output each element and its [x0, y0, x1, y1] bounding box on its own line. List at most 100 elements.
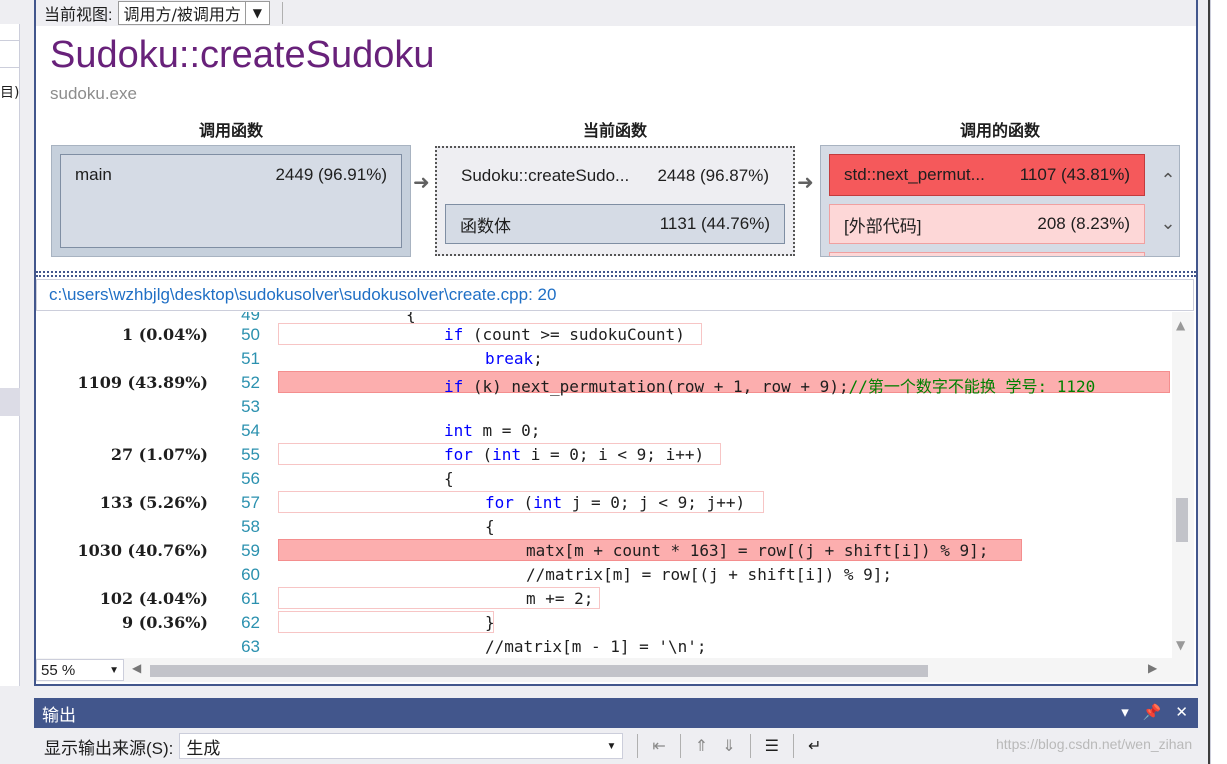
toolbar-separator: [679, 734, 681, 758]
line-number: 56: [241, 469, 260, 488]
caller-item-main[interactable]: main 2449 (96.91%): [60, 154, 402, 248]
window-frame: [20, 0, 34, 764]
line-sample-count: 1030 (40.76%): [77, 541, 208, 560]
clear-icon[interactable]: ☰: [765, 736, 779, 756]
next-message-icon[interactable]: ⇓: [722, 736, 735, 756]
line-number: 54: [241, 421, 260, 440]
chevron-down-icon[interactable]: ▼: [244, 2, 269, 24]
code-line[interactable]: 133 (5.26%) 57 for (int j = 0; j < 9; j+…: [36, 490, 1170, 514]
code-text: matx[m + count * 163] = row[(j + shift[i…: [526, 541, 989, 560]
output-source-select[interactable]: 生成 ▼: [179, 733, 624, 759]
scroll-up-icon[interactable]: ▲: [1176, 318, 1185, 332]
scroll-left-icon[interactable]: ◀: [132, 661, 141, 675]
code-line[interactable]: 60 //matrix[m] = row[(j + shift[i]) % 9]…: [36, 562, 1170, 586]
pin-icon[interactable]: 📌: [1143, 703, 1162, 721]
source-file-path[interactable]: c:\users\wzhbjlg\desktop\sudokusolver\su…: [36, 279, 1194, 311]
toolbar-separator: [281, 2, 283, 24]
caller-name: main: [75, 165, 112, 184]
pane-splitter[interactable]: [36, 271, 1196, 277]
line-number: 52: [241, 373, 260, 392]
left-strip-footer: [0, 686, 20, 764]
output-source-value: 生成: [186, 738, 221, 758]
code-line[interactable]: 53: [36, 394, 1170, 418]
left-strip-text: 目): [0, 85, 20, 101]
scroll-thumb[interactable]: [1176, 498, 1188, 542]
window-menu-icon[interactable]: ▾: [1121, 703, 1129, 721]
code-text: int m = 0;: [444, 421, 541, 440]
watermark: https://blog.csdn.net/wen_zihan: [996, 736, 1193, 752]
code-line[interactable]: 1109 (43.89%) 52 if (k) next_permutation…: [36, 370, 1170, 396]
source-code-view[interactable]: 49 { 1 (0.04%) 50 if (count >= sudokuCou…: [36, 312, 1196, 658]
scroll-right-icon[interactable]: ▶: [1148, 661, 1157, 675]
code-line[interactable]: 1 (0.04%) 50 if (count >= sudokuCount): [36, 322, 1170, 346]
toolbar-separator: [792, 734, 794, 758]
line-sample-count: 1 (0.04%): [121, 325, 208, 344]
output-title-text: 输出: [42, 705, 76, 725]
code-horizontal-scrollbar[interactable]: ◀ ▶: [130, 661, 1164, 679]
callee-item[interactable]: std::next_permut... 1107 (43.81%): [829, 154, 1145, 196]
line-sample-count: 133 (5.26%): [99, 493, 208, 512]
code-vertical-scrollbar[interactable]: ▲ ▼: [1172, 312, 1194, 658]
code-text: if (count >= sudokuCount): [444, 325, 685, 344]
code-line[interactable]: 56 {: [36, 466, 1170, 490]
word-wrap-icon[interactable]: ↵: [808, 736, 821, 756]
find-message-icon[interactable]: ⇤: [652, 736, 665, 756]
scroll-thumb[interactable]: [150, 665, 928, 677]
toolbar-separator: [749, 734, 751, 758]
code-line[interactable]: 27 (1.07%) 55 for (int i = 0; i < 9; i++…: [36, 442, 1170, 466]
right-tool-strip: [1198, 0, 1227, 764]
callers-heading: 调用函数: [198, 123, 263, 140]
module-name: sudoku.exe: [50, 84, 137, 103]
panel-gap: [20, 686, 1198, 698]
chevron-down-icon[interactable]: ▼: [109, 665, 119, 676]
code-line[interactable]: 58 {: [36, 514, 1170, 538]
code-text: for (int j = 0; j < 9; j++): [485, 493, 746, 512]
previous-message-icon[interactable]: ⇑: [695, 736, 708, 756]
line-number: 53: [241, 397, 260, 416]
code-line[interactable]: 1030 (40.76%) 59 matx[m + count * 163] =…: [36, 538, 1170, 562]
line-number: 50: [241, 325, 260, 344]
solution-explorer-strip: 目): [0, 0, 20, 764]
code-line[interactable]: 102 (4.04%) 61 m += 2;: [36, 586, 1170, 610]
code-line[interactable]: 9 (0.36%) 62 }: [36, 610, 1170, 634]
function-body-item[interactable]: 函数体 1131 (44.76%): [445, 204, 785, 244]
line-sample-count: 9 (0.36%): [121, 613, 208, 632]
close-icon[interactable]: ✕: [1175, 703, 1188, 721]
function-title: Sudoku::createSudoku: [50, 34, 435, 76]
code-text: break;: [485, 349, 543, 368]
callers-panel: main 2449 (96.91%): [51, 145, 411, 257]
line-number: 57: [241, 493, 260, 512]
toolbar-separator: [637, 734, 639, 758]
line-number: 51: [241, 349, 260, 368]
left-strip-selection[interactable]: [0, 388, 20, 416]
callee-item-partial[interactable]: [829, 252, 1145, 256]
current-view-select[interactable]: 调用方/被调用方 ▼: [118, 1, 270, 25]
line-number: 60: [241, 565, 260, 584]
line-number: 61: [241, 589, 260, 608]
output-title-tools: ▾ 📌 ✕: [1121, 703, 1188, 721]
zoom-select[interactable]: 55 % ▼: [36, 659, 124, 681]
zoom-bar: 55 % ▼ ◀ ▶: [36, 658, 1194, 682]
function-body-value: 1131 (44.76%): [659, 214, 770, 233]
current-heading: 当前函数: [582, 123, 647, 140]
right-panel-edge: [1210, 0, 1227, 764]
code-line[interactable]: 54 int m = 0;: [36, 418, 1170, 442]
current-function-row[interactable]: Sudoku::createSudo... 2448 (96.87%): [447, 156, 783, 196]
chevron-down-icon[interactable]: ▼: [606, 741, 616, 752]
scroll-down-icon[interactable]: ▼: [1176, 638, 1185, 652]
code-line[interactable]: 51 break;: [36, 346, 1170, 370]
line-number: 55: [241, 445, 260, 464]
left-strip-header: [0, 0, 20, 24]
chevron-down-icon[interactable]: ⌄: [1160, 213, 1175, 234]
code-text: //matrix[m - 1] = '\n';: [485, 637, 707, 656]
line-number: 59: [241, 541, 260, 560]
chevron-up-icon[interactable]: ⌃: [1160, 170, 1175, 191]
output-window-title: 输出 ▾ 📌 ✕: [34, 698, 1198, 728]
line-sample-count: 1109 (43.89%): [77, 373, 208, 392]
left-strip-dropdown[interactable]: [0, 40, 20, 68]
caller-value: 2449 (96.91%): [275, 165, 387, 184]
callee-item[interactable]: [外部代码] 208 (8.23%): [829, 204, 1145, 244]
code-text: {: [485, 517, 495, 536]
current-view-label: 当前视图:: [44, 7, 113, 24]
code-line[interactable]: 63 //matrix[m - 1] = '\n';: [36, 634, 1170, 658]
